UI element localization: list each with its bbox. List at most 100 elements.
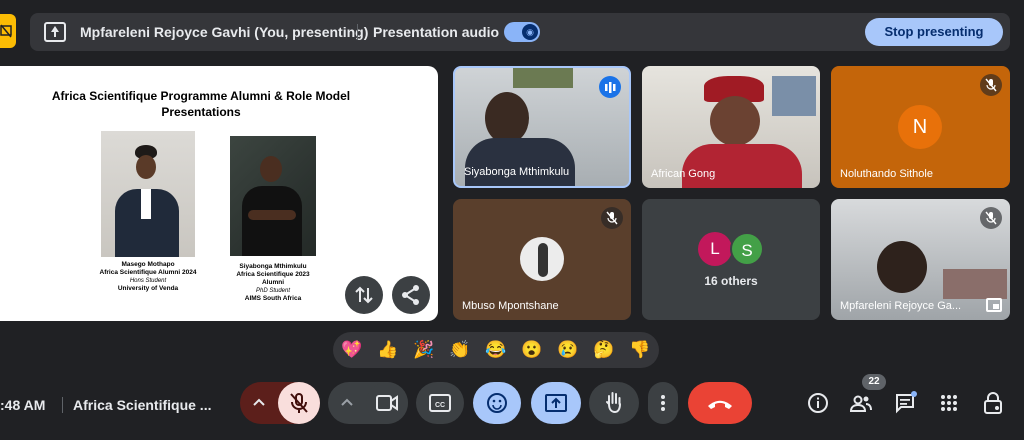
reaction-thumbs-up[interactable]: 👍 [377,338,398,362]
leave-call-button[interactable] [688,382,752,424]
stop-presenting-button[interactable]: Stop presenting [865,18,1003,46]
photo-siyabonga [230,136,316,256]
swap-button[interactable] [345,276,383,314]
video-options-button[interactable] [338,394,356,417]
reaction-party-popper[interactable]: 🎉 [413,338,434,362]
audio-level-icon [605,82,616,93]
caption-siyabonga: Siyabonga Mthimkulu Africa Scientifique … [222,263,324,303]
chevron-up-icon [341,398,353,406]
mic-off-icon [606,211,618,225]
camera-control-group [328,382,408,424]
emoji-icon [487,393,507,413]
activities-button[interactable] [936,390,962,416]
info-icon [808,393,828,413]
participant-tile-siyabonga[interactable]: Siyabonga Mthimkulu [453,66,631,188]
reaction-laughing[interactable]: 😂 [485,338,506,362]
reaction-clapping[interactable]: 👏 [449,338,470,362]
participant-tile-self[interactable]: Mpfareleni Rejoyce Ga... [831,199,1010,320]
reactions-button[interactable] [473,382,521,424]
audio-options-button[interactable] [250,394,268,417]
camera-toggle-button[interactable] [366,382,408,424]
mic-off-icon [290,393,308,413]
participant-video [877,241,927,293]
mic-off-icon [985,78,997,92]
participant-name: Siyabonga Mthimkulu [464,166,570,178]
avatar: N [898,105,942,149]
swap-vertical-icon [355,286,373,304]
slide-title: Africa Scientifique Programme Alumni & R… [51,89,351,119]
caption-masego: Masego Mothapo Africa Scientifique Alumn… [96,261,200,293]
videocam-icon [376,395,398,411]
more-options-button[interactable] [648,382,678,424]
participant-tile-noluthando[interactable]: N Noluthando Sithole [831,66,1010,188]
present-screen-icon [44,22,66,42]
participant-video [710,96,760,146]
share-icon [402,285,419,305]
person-institution: University of Venda [117,285,179,292]
divider [357,24,358,40]
chat-icon [896,391,917,414]
participant-count-badge: 22 [862,374,886,390]
reaction-surprised[interactable]: 😮 [521,338,542,362]
muted-indicator [601,207,623,229]
present-indicator[interactable] [0,14,16,48]
avatar-l: L [698,232,732,266]
reaction-thumbs-down[interactable]: 👎 [629,338,650,362]
person-name: Masego Mothapo [121,261,175,268]
chevron-up-icon [253,398,265,406]
presentation-audio-label: Presentation audio [373,24,500,40]
pip-icon[interactable] [986,298,1002,312]
avatar [520,237,564,281]
raise-hand-button[interactable] [589,382,639,424]
muted-indicator [980,207,1002,229]
closed-caption-icon: CC [429,394,451,412]
others-tile[interactable]: L S 16 others [642,199,820,320]
person-role-2: Alumni [261,279,285,286]
host-controls-button[interactable] [980,390,1006,416]
participant-name: African Gong [651,168,716,180]
mic-control-group [240,382,320,424]
captions-button[interactable]: CC [416,382,464,424]
reactions-bar: 💖 👍 🎉 👏 😂 😮 😢 🤔 👎 [333,332,659,368]
participant-name: Mbuso Mpontshane [462,300,559,312]
present-to-all-icon [545,394,567,412]
svg-text:CC: CC [435,402,445,409]
presentation-audio-toggle[interactable]: ◉ [504,22,540,42]
people-button[interactable] [848,390,874,416]
participant-name: Noluthando Sithole [840,168,933,180]
meeting-title: Africa Scientifique ... [73,397,212,413]
apps-grid-icon [941,395,957,411]
reaction-sad[interactable]: 😢 [557,338,578,362]
person-status: PhD Student [255,288,291,294]
others-count: 16 others [704,274,758,288]
chat-button[interactable] [892,390,918,416]
presentation-slide: Africa Scientifique Programme Alumni & R… [0,66,438,321]
mic-off-icon [985,211,997,225]
call-end-icon [708,400,732,409]
share-slide-button[interactable] [392,276,430,314]
participant-video [485,92,529,144]
person-name: Siyabonga Mthimkulu [239,263,307,270]
avatar-s: S [730,232,764,266]
reaction-sparkling-heart[interactable]: 💖 [341,338,362,362]
people-icon [849,395,872,412]
person-role: Africa Scientifique 2023 [236,271,310,278]
wall-painting [513,68,573,88]
meeting-details-button[interactable] [805,390,831,416]
more-vert-icon [661,395,665,411]
participant-tile-african-gong[interactable]: African Gong [642,66,820,188]
person-institution: AIMS South Africa [244,295,302,302]
lock-person-icon [984,392,1002,414]
background-items [943,269,1007,299]
present-now-button[interactable] [531,382,581,424]
volume-icon: ◉ [522,24,538,40]
mic-toggle-button[interactable] [278,382,320,424]
hand-icon [606,392,621,414]
reaction-thinking[interactable]: 🤔 [593,338,614,362]
photo-masego [101,131,195,257]
speaking-indicator [599,76,621,98]
participant-tile-mbuso[interactable]: Mbuso Mpontshane [453,199,631,320]
clock: :48 AM [0,397,46,413]
presenter-label: Mpfareleni Rejoyce Gavhi (You, presentin… [80,24,369,40]
participant-name: Mpfareleni Rejoyce Ga... [840,300,962,312]
